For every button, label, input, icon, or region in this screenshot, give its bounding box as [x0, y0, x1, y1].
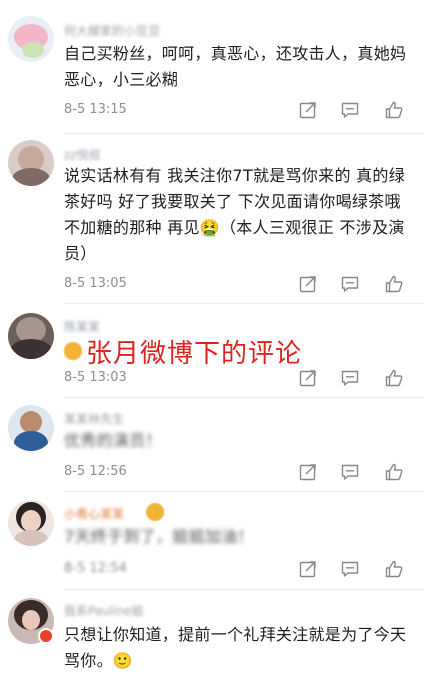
comment-text: 自己买粉丝，呵呵，真恶心，还攻击人，真她妈恶心，小三必糊 [64, 44, 407, 89]
divider [64, 303, 424, 304]
like-icon[interactable] [384, 274, 404, 294]
avatar[interactable] [8, 140, 54, 186]
reply-icon[interactable] [340, 559, 360, 579]
comment-text: 只想让你知道，提前一个礼拜关注就是为了今天骂你。🙂 [64, 625, 407, 670]
comment-text: 7天终于到了，姐姐加油！ [64, 527, 254, 546]
username[interactable]: 某某林先生 [64, 410, 124, 427]
comment-actions [298, 100, 414, 120]
comment-actions [298, 274, 414, 294]
divider [64, 589, 424, 590]
comment-actions [298, 462, 414, 482]
username[interactable]: zz悦叔 [64, 146, 101, 163]
username[interactable]: 小肴心某某 [64, 505, 124, 522]
reply-icon[interactable] [340, 462, 360, 482]
timestamp: 8-5 12:56 [64, 464, 127, 479]
avatar[interactable] [8, 500, 54, 546]
share-icon[interactable] [298, 100, 318, 120]
like-icon[interactable] [384, 462, 404, 482]
divider [64, 397, 424, 398]
avatar[interactable] [8, 313, 54, 359]
timestamp: 8-5 12:54 [64, 561, 127, 576]
badge-icon [146, 503, 164, 521]
like-icon[interactable] [384, 559, 404, 579]
avatar[interactable] [8, 405, 54, 451]
comment-actions [298, 368, 414, 388]
share-icon[interactable] [298, 274, 318, 294]
reply-icon[interactable] [340, 100, 360, 120]
avatar[interactable] [8, 16, 54, 62]
comment-text: 优秀的演员！ [64, 431, 162, 450]
username[interactable]: 何大嫂家的小豆豆 [64, 22, 160, 39]
timestamp: 8-5 13:15 [64, 102, 127, 117]
timestamp: 8-5 13:05 [64, 276, 127, 291]
share-icon[interactable] [298, 559, 318, 579]
divider [64, 491, 424, 492]
vip-badge-icon [38, 628, 54, 644]
emoji-icon [64, 342, 82, 360]
username[interactable]: 我系Pauline姐 [64, 602, 143, 619]
reply-icon[interactable] [340, 368, 360, 388]
comment-text: 说实话林有有 我关注你7T就是骂你来的 真的绿茶好吗 好了我要取关了 下次见面请… [64, 166, 406, 263]
divider [64, 133, 424, 134]
share-icon[interactable] [298, 368, 318, 388]
timestamp: 8-5 13:03 [64, 370, 127, 385]
like-icon[interactable] [384, 368, 404, 388]
overlay-caption: 张月微博下的评论 [86, 339, 303, 369]
reply-icon[interactable] [340, 274, 360, 294]
share-icon[interactable] [298, 462, 318, 482]
comment-actions [298, 559, 414, 579]
like-icon[interactable] [384, 100, 404, 120]
